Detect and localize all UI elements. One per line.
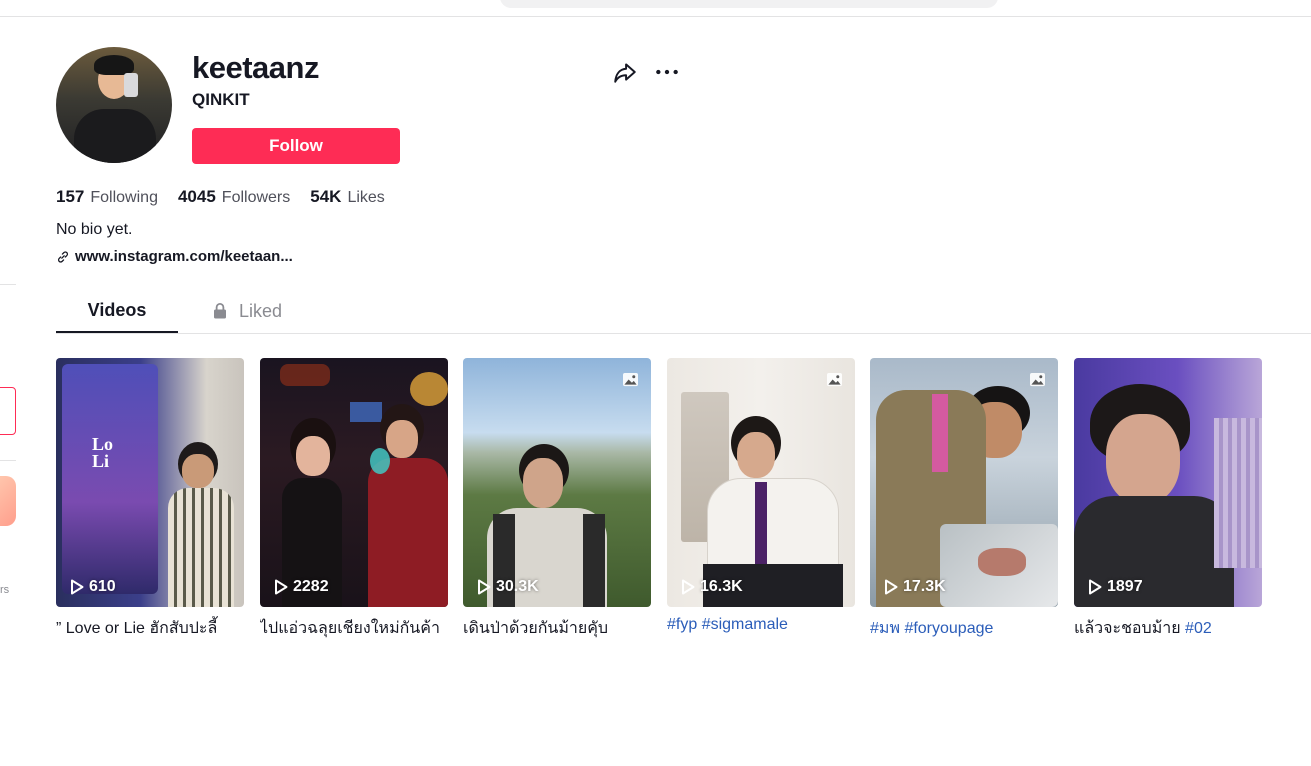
video-thumbnail[interactable]: 17.3K [870, 358, 1058, 607]
video-caption-tags[interactable]: #fyp #sigmamale [667, 616, 788, 633]
stat-following-count: 157 [56, 187, 85, 206]
video-card[interactable]: 1897 แล้วจะชอบม้าย #02 [1074, 358, 1262, 641]
video-caption[interactable]: แล้วจะชอบม้าย #02 [1074, 616, 1262, 641]
stat-likes: 54K Likes [310, 187, 385, 207]
play-icon [682, 579, 695, 595]
play-icon [478, 579, 491, 595]
profile-nickname: QINKIT [192, 90, 250, 109]
tab-videos[interactable]: Videos [56, 290, 178, 333]
follow-button[interactable]: Follow [192, 128, 400, 164]
play-icon [885, 579, 898, 595]
video-views-count: 2282 [293, 578, 329, 595]
video-thumbnail[interactable]: 1897 [1074, 358, 1262, 607]
stat-following-label: Following [90, 189, 158, 206]
stat-followers-count: 4045 [177, 187, 216, 206]
video-caption-text: เดินป่าด้วยกันม้ายคุับ [463, 620, 609, 637]
video-caption[interactable]: เดินป่าด้วยกันม้ายคุับ [463, 616, 651, 641]
top-bar [0, 0, 1311, 17]
video-views-count: 610 [89, 578, 116, 595]
more-icon[interactable] [654, 59, 680, 85]
profile-username: keetaanz [192, 50, 319, 85]
video-caption[interactable]: #มพ #foryoupage [870, 616, 1058, 641]
profile-stats: 157 Following 4045 Followers 54K Likes [56, 187, 385, 207]
stat-following[interactable]: 157 Following [56, 187, 158, 207]
video-caption-tags[interactable]: #02 [1185, 620, 1212, 637]
profile-link[interactable]: www.instagram.com/keetaan... [56, 248, 293, 265]
profile-tabs: Videos Liked [56, 290, 1311, 334]
stat-followers-label: Followers [221, 189, 291, 206]
share-icon[interactable] [612, 59, 638, 85]
sidebar-login-button[interactable] [0, 387, 16, 435]
video-caption-text: แล้วจะชอบม้าย [1074, 620, 1186, 637]
video-thumbnail[interactable]: 16.3K [667, 358, 855, 607]
video-views: 610 [70, 578, 116, 596]
video-views: 30.3K [477, 578, 539, 596]
video-caption[interactable]: #fyp #sigmamale [667, 616, 855, 634]
sidebar-partial-text: rs [0, 584, 10, 596]
video-caption[interactable]: ไปแอ่วฉลุยเชียงใหม่กันค้า [260, 616, 448, 641]
video-caption-tags[interactable]: #มพ #foryoupage [870, 620, 993, 637]
lock-icon [214, 303, 226, 319]
avatar[interactable] [56, 47, 172, 163]
video-views-count: 17.3K [903, 578, 946, 595]
play-icon [275, 579, 288, 595]
profile-bio: No bio yet. [56, 221, 133, 238]
play-icon [71, 579, 84, 595]
video-views: 1897 [1088, 578, 1143, 596]
tab-liked[interactable]: Liked [211, 290, 351, 332]
photo-icon [1030, 372, 1045, 387]
video-card[interactable]: 16.3K #fyp #sigmamale [667, 358, 855, 634]
play-icon [1089, 579, 1102, 595]
video-views-count: 1897 [1107, 578, 1143, 595]
stat-likes-label: Likes [347, 189, 385, 206]
video-thumbnail[interactable]: Lo Li 610 [56, 358, 244, 607]
link-icon [58, 250, 68, 263]
search-bar[interactable] [500, 0, 998, 8]
stat-followers[interactable]: 4045 Followers [178, 187, 290, 207]
sidebar-creator-avatar[interactable] [0, 476, 16, 526]
video-caption-text: ” Love or Lie ฮักสับปะลี้ [56, 620, 218, 637]
video-card[interactable]: Lo Li 610 ” Love or Lie ฮักสับปะลี้ [56, 358, 244, 641]
sidebar-divider [0, 460, 16, 461]
video-views-count: 16.3K [700, 578, 743, 595]
video-caption-text: ไปแอ่วฉลุยเชียงใหม่กันค้า [260, 620, 440, 637]
video-card[interactable]: 17.3K #มพ #foryoupage [870, 358, 1058, 641]
video-thumbnail[interactable]: 2282 [260, 358, 448, 607]
sidebar-divider [0, 284, 16, 285]
video-card[interactable]: 30.3K เดินป่าด้วยกันม้ายคุับ [463, 358, 651, 641]
video-views-count: 30.3K [496, 578, 539, 595]
video-views: 16.3K [681, 578, 743, 596]
tab-videos-label: Videos [87, 300, 147, 320]
photo-icon [623, 372, 638, 387]
profile-link-text: www.instagram.com/keetaan... [75, 248, 293, 265]
video-card[interactable]: 2282 ไปแอ่วฉลุยเชียงใหม่กันค้า [260, 358, 448, 641]
video-caption[interactable]: ” Love or Lie ฮักสับปะลี้ [56, 616, 244, 641]
tab-liked-label: Liked [239, 300, 283, 321]
stat-likes-count: 54K [310, 187, 342, 206]
video-views: 17.3K [884, 578, 946, 596]
video-thumbnail[interactable]: 30.3K [463, 358, 651, 607]
video-views: 2282 [274, 578, 329, 596]
photo-icon [827, 372, 842, 387]
